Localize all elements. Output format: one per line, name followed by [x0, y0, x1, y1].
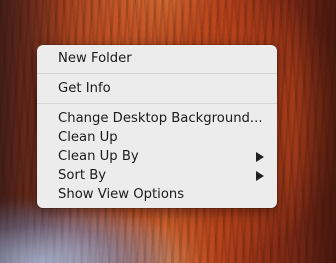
menu-item-clean-up-by[interactable]: Clean Up By	[37, 147, 277, 166]
menu-separator	[37, 103, 277, 104]
menu-item-change-desktop-background[interactable]: Change Desktop Background...	[37, 109, 277, 128]
wallpaper-shadow-right	[296, 0, 336, 263]
menu-item-sort-by[interactable]: Sort By	[37, 166, 277, 185]
menu-item-clean-up-by-label: Clean Up By	[58, 149, 139, 164]
triangle-right-icon	[256, 171, 264, 181]
context-menu: New Folder Get Info Change Desktop Backg…	[37, 45, 277, 208]
triangle-right-icon	[256, 152, 264, 162]
desktop-background[interactable]: New Folder Get Info Change Desktop Backg…	[0, 0, 336, 263]
menu-item-get-info[interactable]: Get Info	[37, 79, 277, 98]
menu-separator	[37, 73, 277, 74]
menu-item-show-view-options[interactable]: Show View Options	[37, 185, 277, 204]
menu-item-clean-up[interactable]: Clean Up	[37, 128, 277, 147]
menu-item-new-folder[interactable]: New Folder	[37, 49, 277, 68]
menu-item-sort-by-label: Sort By	[58, 168, 107, 183]
